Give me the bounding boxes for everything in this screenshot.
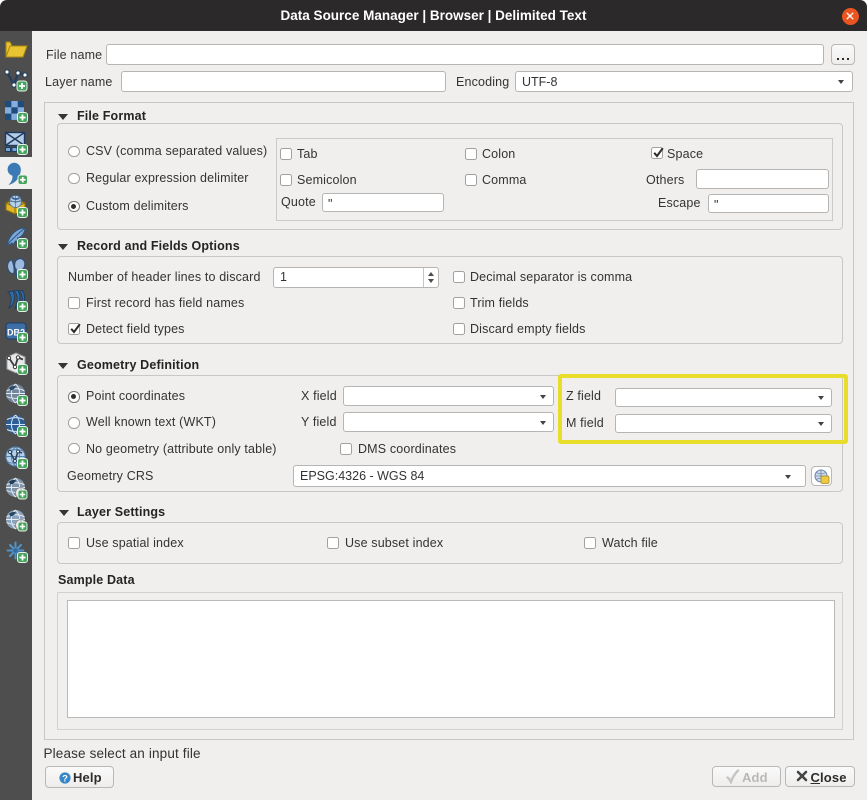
svg-text:?: ?	[62, 773, 68, 784]
